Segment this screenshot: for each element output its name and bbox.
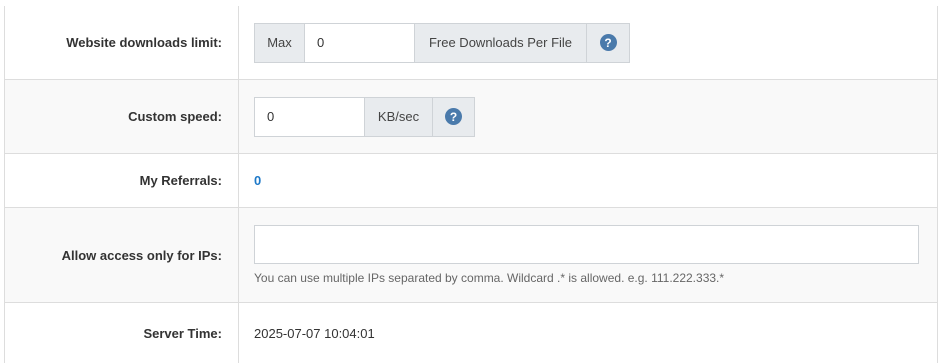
downloads-limit-label: Website downloads limit: bbox=[5, 6, 239, 79]
server-time-value-cell: 2025-07-07 10:04:01 bbox=[239, 303, 937, 363]
settings-table: Website downloads limit: Max Free Downlo… bbox=[4, 6, 938, 363]
custom-speed-input-group: KB/sec ? bbox=[254, 96, 475, 137]
kb-sec-suffix-addon: KB/sec bbox=[365, 96, 433, 137]
max-prefix-addon: Max bbox=[254, 22, 305, 63]
server-time-row: Server Time: 2025-07-07 10:04:01 bbox=[5, 303, 937, 363]
custom-speed-row: Custom speed: KB/sec ? bbox=[5, 80, 937, 154]
custom-speed-input[interactable] bbox=[254, 96, 365, 137]
custom-speed-label: Custom speed: bbox=[5, 80, 239, 153]
server-time-value: 2025-07-07 10:04:01 bbox=[254, 325, 375, 341]
referrals-label: My Referrals: bbox=[5, 154, 239, 207]
allowed-ips-row: Allow access only for IPs: You can use m… bbox=[5, 208, 937, 303]
server-time-label: Server Time: bbox=[5, 303, 239, 363]
per-file-suffix-addon: Free Downloads Per File bbox=[415, 22, 587, 63]
downloads-limit-input-group: Max Free Downloads Per File ? bbox=[254, 22, 630, 63]
allowed-ips-value-cell: You can use multiple IPs separated by co… bbox=[239, 208, 937, 302]
referrals-value-cell: 0 bbox=[239, 154, 937, 207]
allowed-ips-input[interactable] bbox=[254, 225, 919, 264]
question-circle-icon[interactable]: ? bbox=[445, 108, 462, 125]
referrals-row: My Referrals: 0 bbox=[5, 154, 937, 208]
downloads-limit-row: Website downloads limit: Max Free Downlo… bbox=[5, 6, 937, 80]
custom-speed-help-addon[interactable]: ? bbox=[433, 96, 475, 137]
custom-speed-value-cell: KB/sec ? bbox=[239, 80, 937, 153]
allowed-ips-help-text: You can use multiple IPs separated by co… bbox=[254, 271, 725, 285]
question-circle-icon[interactable]: ? bbox=[599, 34, 617, 51]
allowed-ips-label: Allow access only for IPs: bbox=[5, 208, 239, 302]
downloads-limit-value-cell: Max Free Downloads Per File ? bbox=[239, 6, 937, 79]
referrals-count-link[interactable]: 0 bbox=[254, 173, 261, 188]
downloads-limit-help-addon[interactable]: ? bbox=[587, 22, 630, 63]
downloads-limit-input[interactable] bbox=[305, 22, 415, 63]
